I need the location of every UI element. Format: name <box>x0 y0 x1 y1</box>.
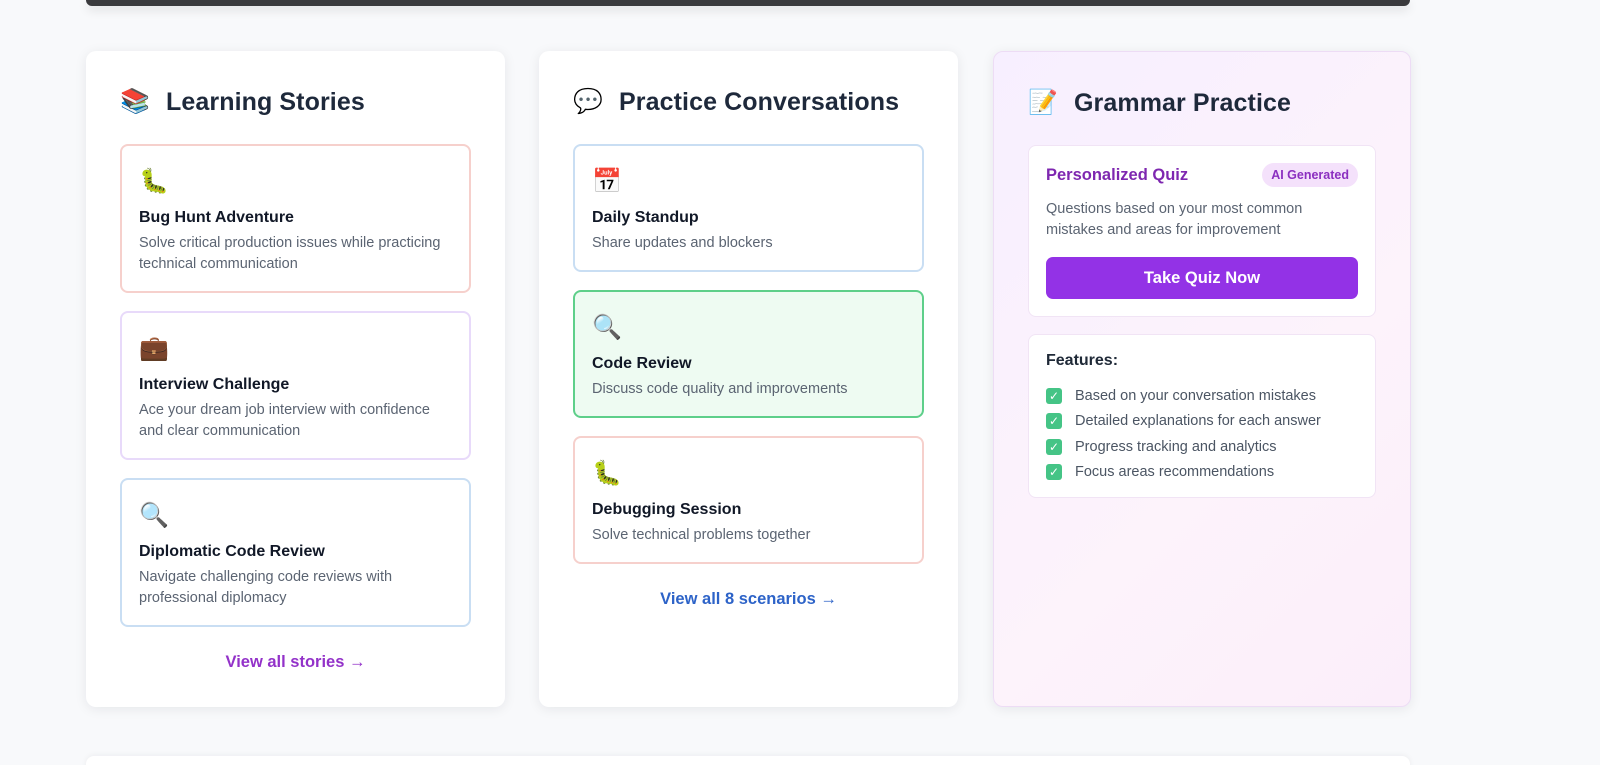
view-all-stories-link[interactable]: View all stories → <box>120 653 471 672</box>
practice-conversations-panel: 💬 Practice Conversations 📅 Daily Standup… <box>539 51 958 707</box>
memo-icon: 📝 <box>1028 89 1058 116</box>
quiz-title: Personalized Quiz <box>1046 165 1189 184</box>
magnifier-icon: 🔍 <box>139 502 169 529</box>
checkbox-icon: ✓ <box>1046 387 1062 404</box>
panel-header: 💬 Practice Conversations <box>573 76 924 128</box>
scenario-card-code-review[interactable]: 🔍 Code Review Discuss code quality and i… <box>573 290 924 418</box>
checkbox-icon: ✓ <box>1046 413 1062 430</box>
features-heading: Features: <box>1046 352 1119 369</box>
calendar-icon: 📅 <box>592 168 622 195</box>
scenario-card-daily-standup[interactable]: 📅 Daily Standup Share updates and blocke… <box>573 144 924 272</box>
panel-title: Practice Conversations <box>619 87 900 116</box>
speech-bubble-icon: 💬 <box>573 88 603 115</box>
panel-header: 📝 Grammar Practice <box>1028 77 1376 129</box>
quiz-description: Questions based on your most common mist… <box>1046 201 1303 238</box>
feature-item: ✓ Progress tracking and analytics <box>1046 434 1358 460</box>
next-section-card <box>86 756 1410 765</box>
checkbox-icon: ✓ <box>1046 438 1062 455</box>
card-description: Solve technical problems together <box>592 527 811 543</box>
card-description: Navigate challenging code reviews with p… <box>139 569 393 606</box>
features-card: Features: ✓ Based on your conversation m… <box>1028 334 1376 498</box>
card-title: Interview Challenge <box>139 376 290 393</box>
card-title: Diplomatic Code Review <box>139 543 325 560</box>
feature-item: ✓ Based on your conversation mistakes <box>1046 383 1358 409</box>
feature-item: ✓ Detailed explanations for each answer <box>1046 409 1358 435</box>
panel-title: Grammar Practice <box>1074 88 1292 117</box>
take-quiz-button[interactable]: Take Quiz Now <box>1046 257 1358 299</box>
story-card-bug-hunt[interactable]: 🐛 Bug Hunt Adventure Solve critical prod… <box>120 144 471 293</box>
grammar-practice-panel: 📝 Grammar Practice Personalized Quiz AI … <box>993 51 1411 707</box>
caterpillar-icon: 🐛 <box>592 460 622 487</box>
story-card-code-review[interactable]: 🔍 Diplomatic Code Review Navigate challe… <box>120 478 471 627</box>
feature-item: ✓ Focus areas recommendations <box>1046 460 1358 486</box>
card-title: Debugging Session <box>592 501 742 518</box>
view-all-scenarios-link[interactable]: View all 8 scenarios → <box>573 590 924 609</box>
ai-generated-badge: AI Generated <box>1262 163 1358 187</box>
card-title: Code Review <box>592 355 692 372</box>
card-title: Daily Standup <box>592 209 699 226</box>
caterpillar-icon: 🐛 <box>139 168 169 195</box>
books-icon: 📚 <box>120 88 150 115</box>
panel-header: 📚 Learning Stories <box>120 76 471 128</box>
feature-label: Based on your conversation mistakes <box>1075 387 1316 404</box>
panel-title: Learning Stories <box>166 87 365 116</box>
checkbox-icon: ✓ <box>1046 464 1062 481</box>
feature-label: Focus areas recommendations <box>1075 464 1275 481</box>
scenario-card-debugging[interactable]: 🐛 Debugging Session Solve technical prob… <box>573 436 924 564</box>
feature-label: Progress tracking and analytics <box>1075 438 1277 455</box>
card-description: Ace your dream job interview with confid… <box>139 402 430 439</box>
story-card-interview[interactable]: 💼 Interview Challenge Ace your dream job… <box>120 311 471 460</box>
learning-stories-panel: 📚 Learning Stories 🐛 Bug Hunt Adventure … <box>86 51 505 707</box>
top-bar <box>86 0 1410 6</box>
card-title: Bug Hunt Adventure <box>139 209 294 226</box>
card-description: Discuss code quality and improvements <box>592 381 848 397</box>
card-description: Solve critical production issues while p… <box>139 235 441 272</box>
magnifier-icon: 🔍 <box>592 314 622 341</box>
card-description: Share updates and blockers <box>592 235 773 251</box>
briefcase-icon: 💼 <box>139 335 169 362</box>
feature-label: Detailed explanations for each answer <box>1075 413 1321 430</box>
personalized-quiz-card: Personalized Quiz AI Generated Questions… <box>1028 145 1376 317</box>
